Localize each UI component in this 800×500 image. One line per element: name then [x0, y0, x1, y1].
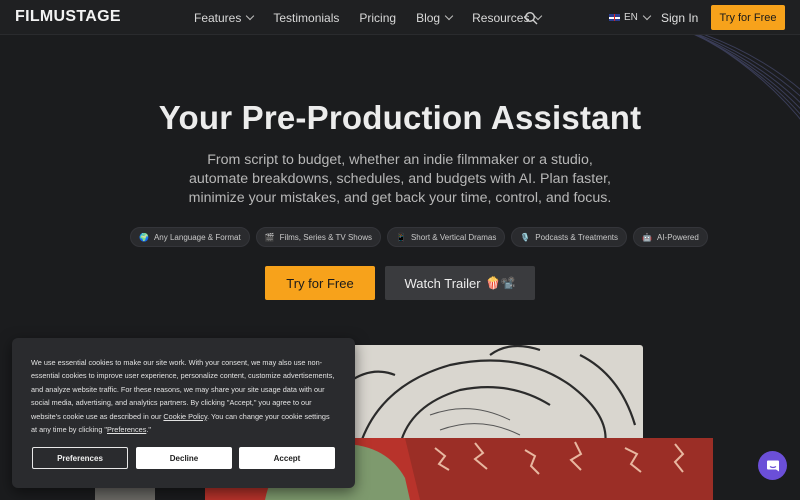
pill-label: AI-Powered	[656, 232, 699, 242]
feature-pills: 🌍 Any Language & Format 🎬 Films, Series …	[130, 227, 714, 247]
chevron-down-icon	[642, 11, 652, 21]
try-for-free-header-button[interactable]: Try for Free	[711, 5, 785, 30]
cookie-decline-button[interactable]: Decline	[136, 447, 232, 469]
nav-item-blog[interactable]: Blog	[416, 10, 454, 25]
cookie-consent-banner: We use essential cookies to make our sit…	[12, 338, 355, 488]
nav-item-features[interactable]: Features	[194, 10, 255, 25]
cookie-text-part: ."	[146, 425, 151, 435]
preferences-link[interactable]: Preferences	[107, 425, 146, 434]
try-for-free-button[interactable]: Try for Free	[265, 266, 375, 300]
feature-pill: 🤖 AI-Powered	[633, 227, 708, 247]
watch-trailer-button[interactable]: Watch Trailer 🍿📽️	[385, 266, 535, 300]
nav-item-label: Testimonials	[273, 10, 340, 25]
nav-item-label: Blog	[416, 10, 441, 25]
feature-pill: 🌍 Any Language & Format	[130, 227, 250, 247]
language-label: EN	[624, 12, 638, 23]
pill-label: Short & Vertical Dramas	[410, 232, 497, 242]
feature-pill: 🎬 Films, Series & TV Shows	[255, 227, 381, 247]
hero-title: Your Pre-Production Assistant	[158, 99, 642, 136]
pill-label: Any Language & Format	[153, 232, 241, 242]
main-nav: Features Testimonials Pricing Blog Resou…	[194, 0, 561, 35]
robot-icon: 🤖	[642, 232, 652, 242]
cookie-preferences-button[interactable]: Preferences	[32, 447, 128, 469]
site-header: FILMUSTAGE Features Testimonials Pricing…	[0, 0, 800, 35]
search-icon[interactable]	[524, 11, 538, 25]
cookie-message: We use essential cookies to make our sit…	[31, 356, 337, 436]
watch-trailer-label: Watch Trailer	[404, 275, 481, 291]
logo[interactable]: FILMUSTAGE	[15, 8, 121, 26]
feature-pill: 📱 Short & Vertical Dramas	[386, 227, 506, 247]
language-selector[interactable]: EN	[609, 11, 652, 23]
nav-item-label: Pricing	[359, 10, 397, 25]
sketch-artwork	[340, 345, 643, 445]
chat-widget-button[interactable]	[758, 451, 787, 480]
phone-icon: 📱	[395, 232, 406, 242]
nav-item-label: Resources	[472, 10, 530, 25]
clapper-icon: 🎬	[264, 232, 275, 242]
sketch-lines	[344, 345, 637, 445]
pill-label: Podcasts & Treatments	[535, 232, 618, 242]
nav-item-testimonials[interactable]: Testimonials	[273, 11, 339, 25]
nav-item-label: Features	[194, 10, 242, 25]
feature-pill: 🎙️ Podcasts & Treatments	[511, 227, 627, 247]
uk-flag-icon	[609, 14, 620, 21]
sign-in-link[interactable]: Sign In	[661, 11, 698, 25]
popcorn-projector-icon: 🍿📽️	[485, 276, 516, 290]
globe-icon: 🌍	[139, 232, 149, 242]
hero-subtitle: From script to budget, whether an indie …	[188, 152, 612, 206]
nav-item-pricing[interactable]: Pricing	[359, 11, 396, 25]
chevron-down-icon	[246, 11, 255, 21]
chevron-down-icon	[444, 11, 454, 21]
cookie-policy-link[interactable]: Cookie Policy	[163, 412, 207, 421]
microphone-icon: 🎙️	[520, 232, 531, 242]
pill-label: Films, Series & TV Shows	[279, 232, 372, 242]
chat-bubble-icon	[766, 460, 779, 471]
cookie-accept-button[interactable]: Accept	[239, 447, 335, 469]
